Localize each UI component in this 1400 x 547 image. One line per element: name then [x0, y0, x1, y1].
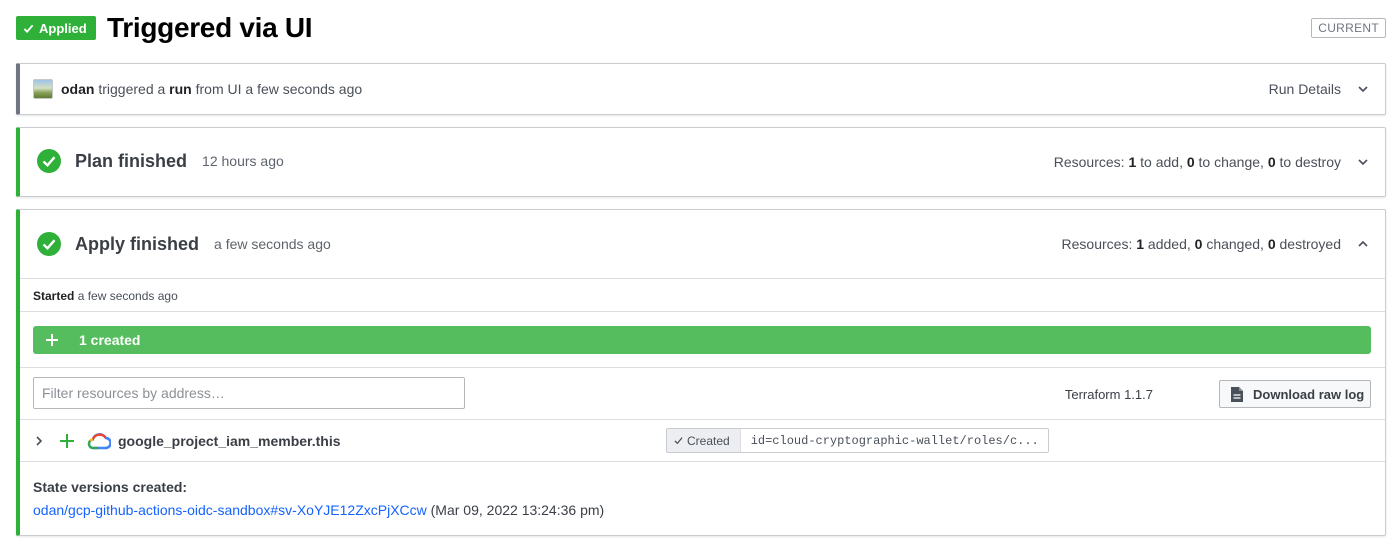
apply-added-label: added, [1147, 236, 1191, 252]
plan-toggle[interactable]: Resources: 1 to add, 0 to change, 0 to d… [1054, 154, 1369, 170]
run-user: odan [61, 81, 95, 97]
run-text-run: run [169, 81, 192, 97]
resource-name: google_project_iam_member.this [118, 433, 341, 449]
run-text: odan triggered a run from UI a few secon… [61, 81, 362, 97]
plan-card: Plan finished 12 hours ago Resources: 1 … [16, 127, 1386, 197]
apply-destroyed-count: 0 [1267, 236, 1276, 252]
plan-add-label: to add, [1140, 154, 1183, 170]
started-label: Started [33, 289, 75, 303]
status-badge: Applied [16, 16, 96, 40]
resource-status: Created id=cloud-cryptographic-wallet/ro… [666, 428, 1049, 453]
divider [20, 278, 1385, 279]
check-circle-icon [37, 232, 61, 256]
plan-change-label: to change, [1198, 154, 1264, 170]
page-header: Applied Triggered via UI CURRENT [16, 10, 1386, 48]
apply-added-count: 1 [1136, 236, 1145, 252]
divider [20, 419, 1385, 420]
state-version-line: odan/gcp-github-actions-oidc-sandbox#sv-… [33, 502, 604, 518]
plan-change-count: 0 [1186, 154, 1195, 170]
table-row[interactable]: google_project_iam_member.this Created i… [32, 428, 1372, 454]
plus-icon [46, 334, 58, 346]
apply-title: Apply finished [75, 233, 200, 254]
download-raw-log-button[interactable]: Download raw log [1219, 380, 1371, 408]
apply-header: Apply finished a few seconds ago [37, 232, 331, 256]
plan-title: Plan finished [75, 150, 188, 171]
plan-time: 12 hours ago [202, 153, 284, 169]
divider [20, 311, 1385, 312]
chevron-right-icon[interactable] [34, 435, 44, 447]
status-badge-label: Applied [39, 20, 87, 36]
created-summary-bar[interactable]: 1 created [33, 326, 1371, 354]
apply-changed-count: 0 [1194, 236, 1203, 252]
check-icon [674, 437, 683, 445]
file-icon [1231, 386, 1243, 402]
created-bar-label: 1 created [79, 332, 141, 348]
run-text-rest: from UI a few seconds ago [195, 81, 363, 97]
divider [20, 461, 1385, 462]
state-version-timestamp: (Mar 09, 2022 13:24:36 pm) [430, 502, 605, 518]
plan-resources-summary: Resources: 1 to add, 0 to change, 0 to d… [1054, 154, 1341, 170]
plan-add-count: 1 [1128, 154, 1137, 170]
plus-icon [60, 434, 74, 448]
plan-resources-prefix: Resources: [1053, 154, 1125, 170]
apply-card: Apply finished a few seconds ago Resourc… [16, 209, 1386, 536]
run-summary: odan triggered a run from UI a few secon… [33, 79, 362, 99]
run-details-label: Run Details [1268, 81, 1341, 97]
resource-status-label: Created [687, 433, 730, 448]
plan-header: Plan finished 12 hours ago [37, 149, 284, 173]
google-cloud-icon [87, 433, 111, 450]
run-details-toggle[interactable]: Run Details [1269, 81, 1369, 97]
apply-toggle[interactable]: Resources: 1 added, 0 changed, 0 destroy… [1062, 236, 1369, 252]
started-time: a few seconds ago [77, 289, 178, 303]
apply-resources-prefix: Resources: [1061, 236, 1133, 252]
check-icon [23, 24, 34, 33]
plan-destroy-label: to destroy [1279, 154, 1341, 170]
chevron-down-icon [1358, 86, 1368, 93]
resource-status-tag: Created [667, 429, 741, 452]
run-text-triggered: triggered a [98, 81, 166, 97]
resource-id: id=cloud-cryptographic-wallet/roles/c... [750, 433, 1039, 448]
page-title: Triggered via UI [107, 12, 313, 43]
chevron-down-icon [1358, 159, 1368, 166]
plan-destroy-count: 0 [1267, 154, 1276, 170]
avatar [33, 79, 53, 99]
filter-resources-input[interactable] [33, 377, 465, 409]
state-version-link[interactable]: odan/gcp-github-actions-oidc-sandbox#sv-… [33, 502, 427, 518]
check-circle-icon [37, 149, 61, 173]
current-badge: CURRENT [1311, 18, 1386, 38]
divider [20, 367, 1385, 368]
chevron-up-icon [1358, 240, 1368, 247]
started-line: Started a few seconds ago [33, 289, 178, 303]
state-versions-title: State versions created: [33, 479, 188, 495]
download-raw-log-label: Download raw log [1253, 386, 1365, 402]
apply-destroyed-label: destroyed [1279, 236, 1341, 252]
apply-resources-summary: Resources: 1 added, 0 changed, 0 destroy… [1062, 236, 1341, 252]
run-card: odan triggered a run from UI a few secon… [16, 63, 1386, 115]
apply-time: a few seconds ago [214, 236, 331, 252]
terraform-version: Terraform 1.1.7 [1064, 387, 1153, 402]
apply-changed-label: changed, [1206, 236, 1264, 252]
